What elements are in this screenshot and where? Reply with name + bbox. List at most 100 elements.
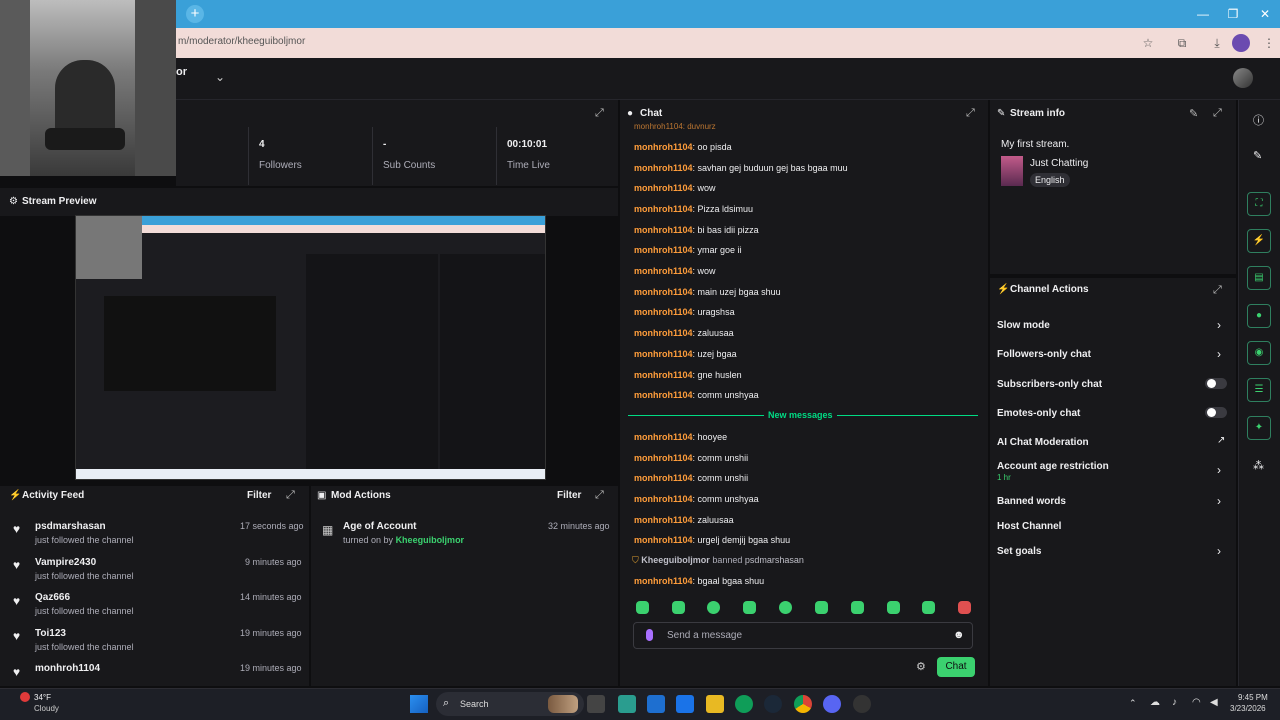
emotes-only-toggle[interactable]: [1205, 407, 1227, 418]
chat-username[interactable]: monhroh1104: [634, 163, 693, 173]
new-tab-button[interactable]: +: [186, 5, 204, 23]
banned-words-label[interactable]: Banned words: [997, 496, 1066, 507]
document-icon[interactable]: ▤: [1247, 266, 1271, 290]
maximize-icon[interactable]: ❐: [1218, 4, 1248, 24]
account-age-label[interactable]: Account age restriction: [997, 461, 1109, 472]
stream-preview-video[interactable]: [75, 215, 546, 480]
chat-username[interactable]: monhroh1104: [634, 370, 693, 380]
windows-start-icon[interactable]: [410, 695, 428, 713]
clock-date[interactable]: 3/23/2026: [1230, 704, 1266, 713]
feed-username[interactable]: monhroh1104: [35, 663, 100, 674]
profile-icon[interactable]: [1232, 34, 1250, 52]
popout-icon[interactable]: ⤢: [1213, 284, 1222, 297]
edit-pencil-icon[interactable]: ✎: [1253, 149, 1262, 162]
search-label[interactable]: Search: [460, 699, 489, 709]
subscribers-only-toggle[interactable]: [1205, 378, 1227, 389]
chat-username[interactable]: monhroh1104: [634, 142, 693, 152]
emote-icon[interactable]: [851, 601, 864, 614]
bookmark-star-icon[interactable]: ☆: [1139, 34, 1157, 52]
chat-username[interactable]: monhroh1104: [634, 453, 693, 463]
popout-icon[interactable]: ⤢: [595, 107, 604, 120]
chevron-right-icon[interactable]: ›: [1217, 318, 1221, 332]
chat-username[interactable]: monhroh1104: [634, 328, 693, 338]
chevron-right-icon[interactable]: ›: [1217, 347, 1221, 361]
emoji-icon[interactable]: ☻: [953, 629, 965, 641]
discord-icon[interactable]: [823, 695, 841, 713]
url-text[interactable]: m/moderator/kheeguiboljmor: [178, 36, 305, 47]
emote-icon[interactable]: [743, 601, 756, 614]
chat-username[interactable]: monhroh1104: [634, 432, 693, 442]
wifi-icon[interactable]: ◠: [1192, 697, 1201, 708]
chevron-right-icon[interactable]: ›: [1217, 494, 1221, 508]
emote-icon[interactable]: [922, 601, 935, 614]
chevron-right-icon[interactable]: ›: [1217, 544, 1221, 558]
mail-icon[interactable]: [676, 695, 694, 713]
feed-username[interactable]: psdmarshasan: [35, 521, 106, 532]
chat-username[interactable]: monhroh1104: [634, 576, 693, 586]
popout-icon[interactable]: ⤢: [966, 107, 975, 120]
edit-pencil-icon[interactable]: ✎: [1189, 107, 1198, 120]
emote-icon[interactable]: [779, 601, 792, 614]
chat-username[interactable]: monhroh1104: [634, 245, 693, 255]
emote-icon[interactable]: [887, 601, 900, 614]
popout-icon[interactable]: ⤢: [286, 489, 295, 502]
followers-only-label[interactable]: Followers-only chat: [997, 349, 1091, 360]
category-thumbnail[interactable]: [1001, 156, 1023, 186]
app-icon[interactable]: [647, 695, 665, 713]
chat-username[interactable]: monhroh1104: [634, 494, 693, 504]
feed-username[interactable]: Toi123: [35, 628, 66, 639]
app-icon[interactable]: [618, 695, 636, 713]
feed-username[interactable]: Vampire2430: [35, 557, 96, 568]
emote-icon[interactable]: [815, 601, 828, 614]
chat-username[interactable]: monhroh1104: [634, 204, 693, 214]
download-icon[interactable]: ⤓: [1208, 34, 1226, 52]
popout-icon[interactable]: ⤢: [595, 489, 604, 502]
info-icon[interactable]: ⓘ: [1253, 112, 1264, 128]
weather-temp[interactable]: 34°F: [34, 693, 51, 702]
feed-username[interactable]: Qaz666: [35, 592, 70, 603]
send-chat-button[interactable]: Chat: [937, 657, 975, 677]
user-avatar[interactable]: [1233, 68, 1253, 88]
chat-username[interactable]: monhroh1104: [634, 390, 693, 400]
task-view-icon[interactable]: [587, 695, 605, 713]
chat-bubble-icon[interactable]: ●: [1247, 304, 1271, 328]
category-name[interactable]: Just Chatting: [1030, 158, 1088, 169]
mic-icon[interactable]: ♪: [1172, 697, 1177, 708]
chevron-down-icon[interactable]: ⌄: [215, 70, 225, 84]
chrome-icon[interactable]: [794, 695, 812, 713]
minimize-icon[interactable]: —: [1188, 4, 1218, 24]
chat-input-placeholder[interactable]: Send a message: [667, 630, 742, 641]
screenshot-icon[interactable]: ⛶: [1247, 192, 1271, 216]
popout-icon[interactable]: ⤢: [1213, 107, 1222, 120]
folder-icon[interactable]: [706, 695, 724, 713]
lightning-icon[interactable]: ⚡: [1247, 229, 1271, 253]
chat-username[interactable]: monhroh1104: [634, 535, 693, 545]
external-link-icon[interactable]: ↗: [1217, 435, 1225, 446]
mic-icon[interactable]: [646, 629, 653, 641]
edge-icon[interactable]: [735, 695, 753, 713]
chat-username[interactable]: monhroh1104: [634, 473, 693, 483]
emote-icon[interactable]: [636, 601, 649, 614]
settings-gear-icon[interactable]: ⚙: [916, 660, 926, 673]
close-window-icon[interactable]: ✕: [1250, 4, 1280, 24]
mod-filter-button[interactable]: Filter: [557, 490, 581, 501]
set-goals-label[interactable]: Set goals: [997, 546, 1041, 557]
browser-menu-icon[interactable]: ⋮: [1260, 34, 1278, 52]
chevron-right-icon[interactable]: ›: [1217, 463, 1221, 477]
wrench-icon[interactable]: ✦: [1247, 416, 1271, 440]
emote-icon[interactable]: [672, 601, 685, 614]
cloud-icon[interactable]: ☁: [1150, 697, 1160, 708]
apps-icon[interactable]: ⁂: [1253, 459, 1264, 472]
emote-icon[interactable]: [958, 601, 971, 614]
volume-icon[interactable]: ◀: [1210, 697, 1218, 708]
host-channel-label[interactable]: Host Channel: [997, 521, 1061, 532]
clock-time[interactable]: 9:45 PM: [1238, 693, 1268, 702]
ai-moderation-label[interactable]: AI Chat Moderation: [997, 437, 1089, 448]
tray-chevron-icon[interactable]: ⌃: [1129, 698, 1137, 709]
chat-username[interactable]: monhroh1104: [634, 225, 693, 235]
extensions-icon[interactable]: ⧉: [1173, 34, 1191, 52]
chat-username[interactable]: monhroh1104: [634, 287, 693, 297]
chat-username[interactable]: monhroh1104: [634, 307, 693, 317]
chat-username[interactable]: monhroh1104: [634, 349, 693, 359]
steam-icon[interactable]: [764, 695, 782, 713]
